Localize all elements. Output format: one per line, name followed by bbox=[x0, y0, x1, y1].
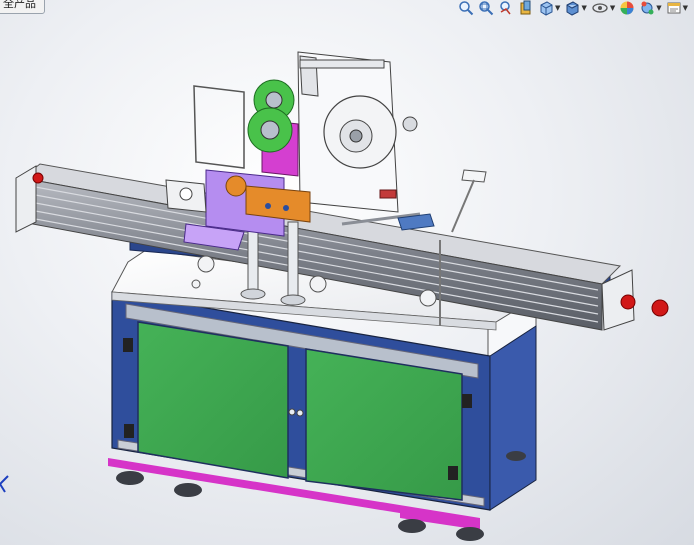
graphics-area[interactable]: 全产品 ▼ ▼ ▼ ▼ ▼ bbox=[0, 0, 694, 545]
reference-triad bbox=[0, 475, 9, 493]
labeling-machine-model[interactable] bbox=[0, 0, 694, 545]
